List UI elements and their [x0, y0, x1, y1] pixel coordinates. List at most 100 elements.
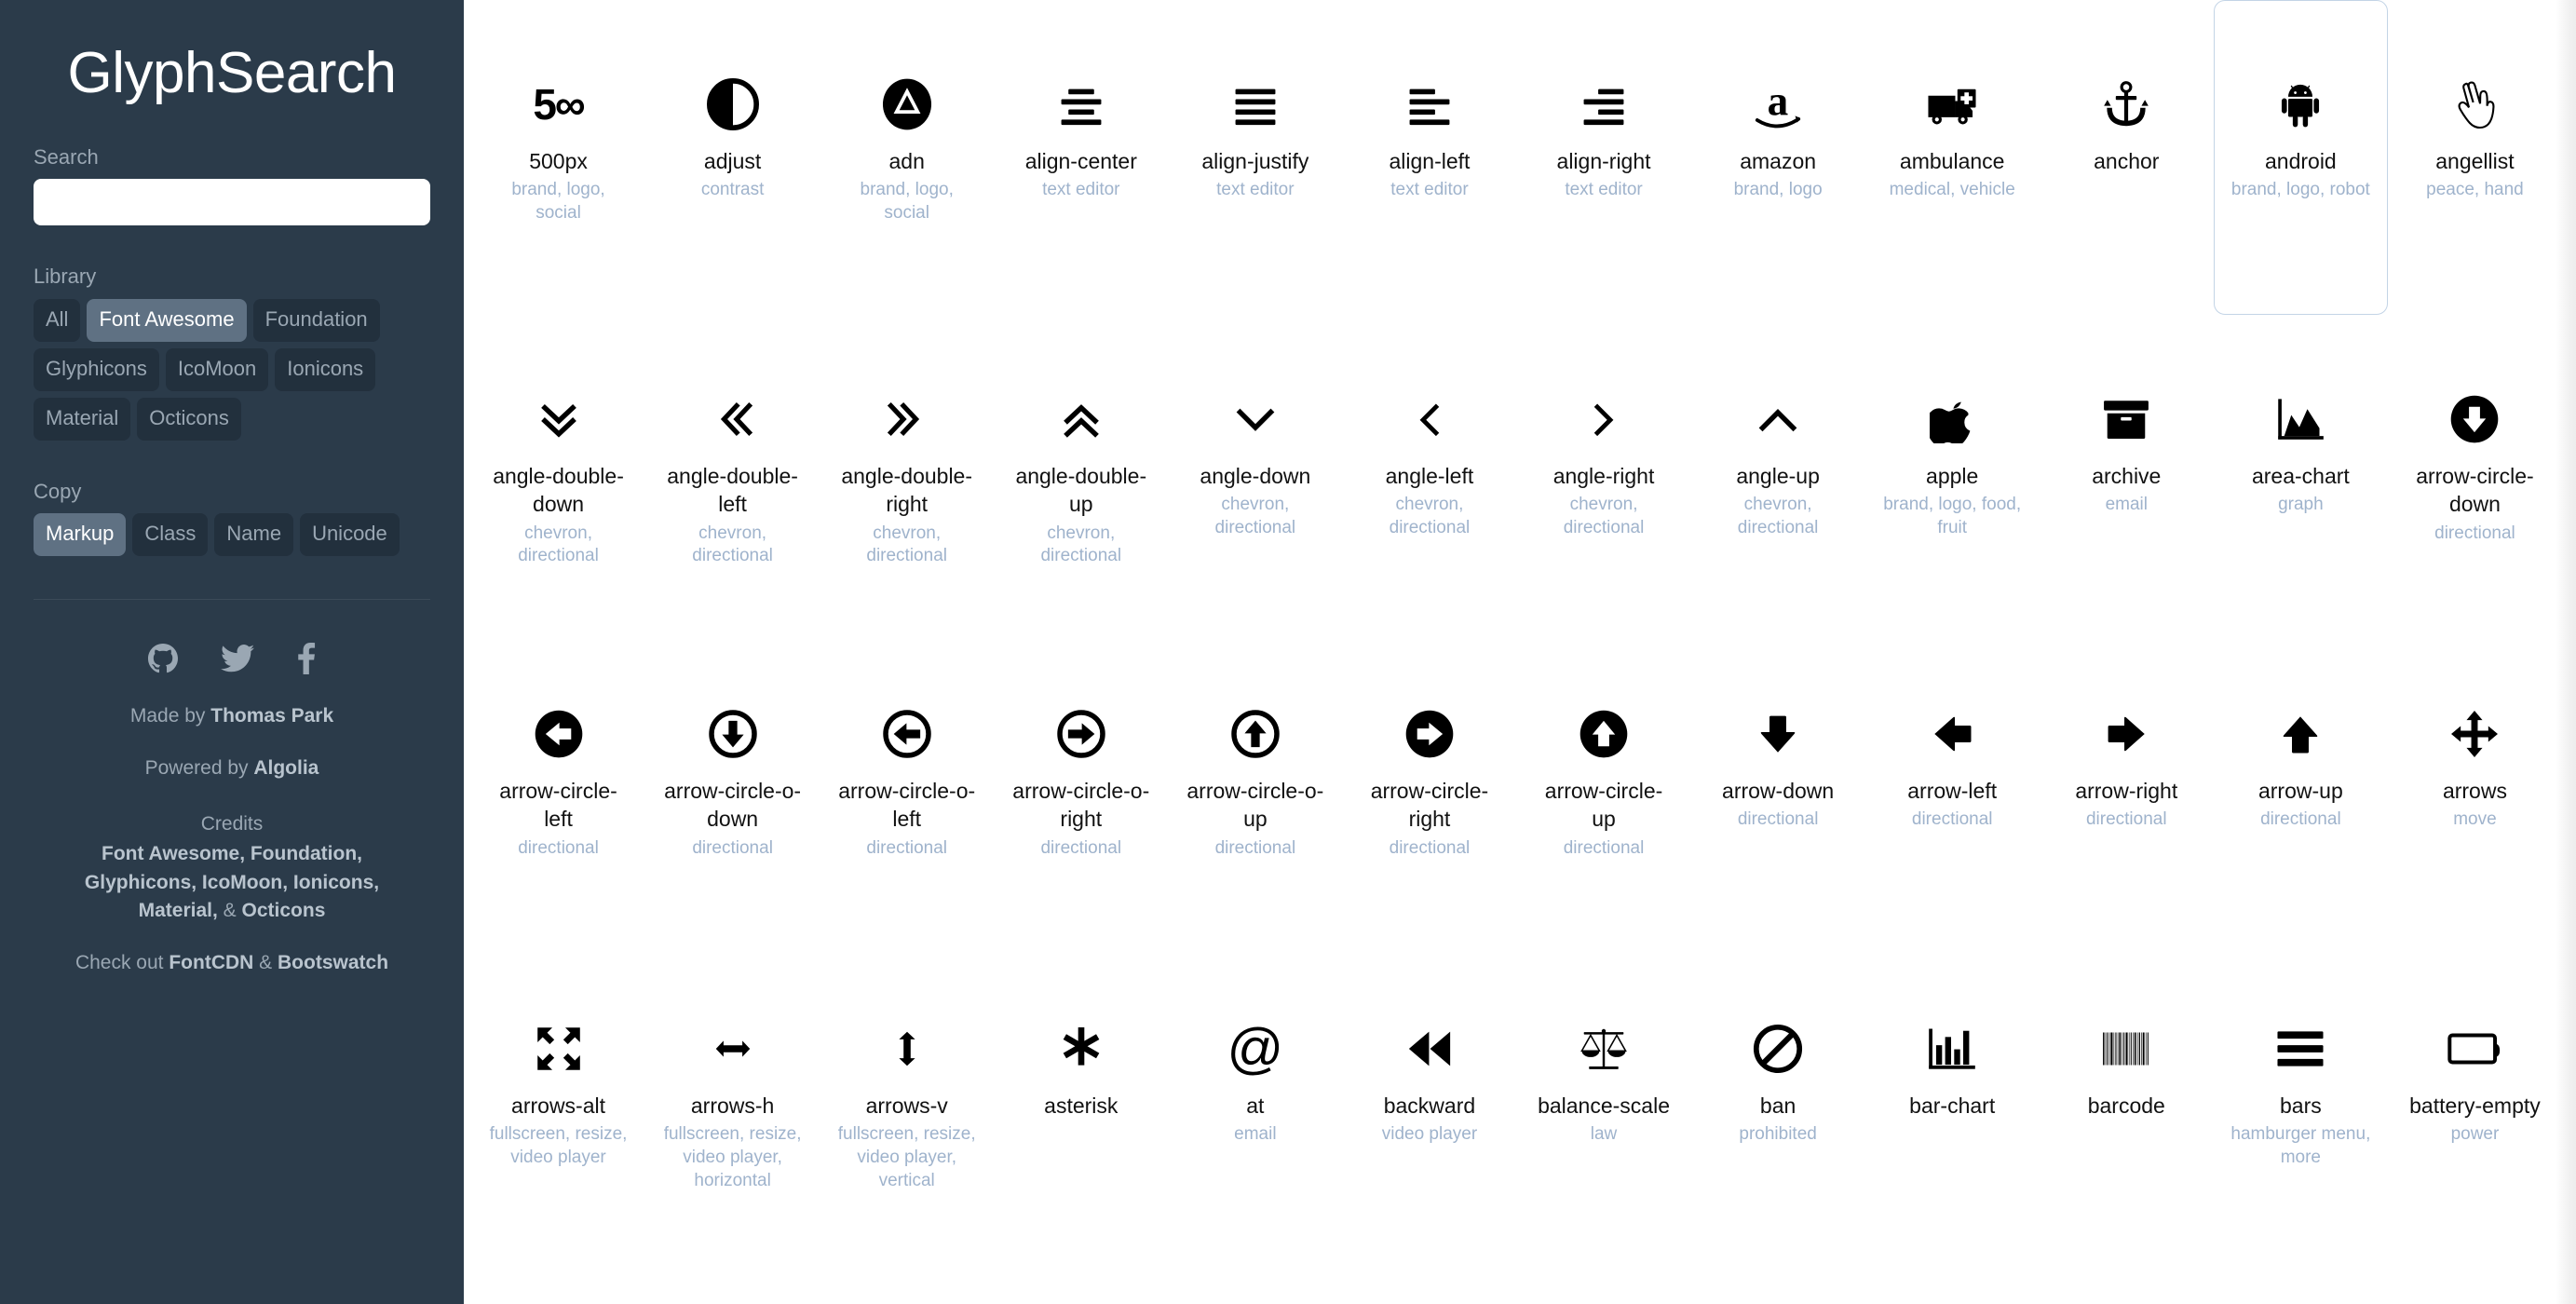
icon-cell-balance-scale[interactable]: balance-scale law — [1516, 944, 1690, 1259]
icon-cell-arrow-circle-right[interactable]: arrow-circle-right directional — [1342, 630, 1516, 944]
arrow-down-icon — [1756, 704, 1799, 764]
icon-cell-arrow-circle-down[interactable]: arrow-circle-down directional — [2388, 315, 2562, 630]
icon-cell-angle-up[interactable]: angle-up chevron, directional — [1691, 315, 1865, 630]
icon-cell-bars[interactable]: bars hamburger menu, more — [2214, 944, 2388, 1259]
icon-cell-area-chart[interactable]: area-chart graph — [2214, 315, 2388, 630]
icon-cell-asterisk[interactable]: asterisk — [994, 944, 1168, 1259]
icon-cell-angle-double-left[interactable]: angle-double-left chevron, directional — [645, 315, 820, 630]
icon-cell-arrow-right[interactable]: arrow-right directional — [2040, 630, 2214, 944]
icon-cell-arrow-left[interactable]: arrow-left directional — [1865, 630, 2040, 944]
icon-cell-arrow-circle-o-down[interactable]: arrow-circle-o-down directional — [645, 630, 820, 944]
library-option-font-awesome[interactable]: Font Awesome — [87, 298, 247, 342]
icon-tags: directional — [866, 837, 947, 858]
icon-cell-amazon[interactable]: a amazon brand, logo — [1691, 0, 1865, 315]
icon-cell-arrow-circle-up[interactable]: arrow-circle-up directional — [1516, 630, 1690, 944]
powered-by-name[interactable]: Algolia — [253, 757, 319, 779]
library-option-glyphicons[interactable]: Glyphicons — [34, 347, 159, 391]
social-links — [34, 643, 430, 675]
icon-cell-angle-double-right[interactable]: angle-double-right chevron, directional — [820, 315, 994, 630]
made-by-name[interactable]: Thomas Park — [210, 705, 333, 727]
icon-cell-arrow-up[interactable]: arrow-up directional — [2214, 630, 2388, 944]
icon-name: arrows-alt — [511, 1093, 606, 1118]
icon-tags: chevron, directional — [692, 523, 773, 566]
credits-label: Credits — [200, 813, 264, 835]
app-root: GlyphSearch Search Library All Font Aweso… — [0, 0, 2576, 1304]
library-option-icomoon[interactable]: IcoMoon — [165, 347, 269, 391]
icon-cell-adjust[interactable]: adjust contrast — [645, 0, 820, 315]
copy-option-markup[interactable]: Markup — [34, 513, 127, 557]
barcode-icon — [2102, 1019, 2150, 1079]
icon-name: android — [2265, 149, 2337, 173]
icon-name: arrow-circle-up — [1544, 779, 1663, 832]
credits-material-link[interactable]: Material, — [139, 900, 218, 921]
credits-line-1-text[interactable]: Font Awesome, Foundation, — [102, 843, 362, 864]
library-option-ionicons[interactable]: Ionicons — [275, 347, 376, 391]
icon-cell-angle-left[interactable]: angle-left chevron, directional — [1342, 315, 1516, 630]
icon-cell-ambulance[interactable]: ambulance medical, vehicle — [1865, 0, 2040, 315]
icon-cell-arrow-circle-o-up[interactable]: arrow-circle-o-up directional — [1168, 630, 1342, 944]
credits-octicons-link[interactable]: Octicons — [242, 900, 326, 921]
icon-cell-adn[interactable]: adn brand, logo, social — [820, 0, 994, 315]
icon-cell-arrows[interactable]: arrows move — [2388, 630, 2562, 944]
icon-cell-angle-double-up[interactable]: angle-double-up chevron, directional — [994, 315, 1168, 630]
icon-cell-arrow-circle-o-right[interactable]: arrow-circle-o-right directional — [994, 630, 1168, 944]
align-left-icon — [1403, 75, 1456, 134]
icon-cell-align-left[interactable]: align-left text editor — [1342, 0, 1516, 315]
library-option-material[interactable]: Material — [34, 397, 131, 441]
github-icon[interactable] — [148, 644, 178, 673]
twitter-icon[interactable] — [221, 644, 254, 673]
icon-cell-arrows-alt[interactable]: arrows-alt fullscreen, resize, video play… — [471, 944, 645, 1259]
icon-tags: brand, logo, social — [511, 180, 605, 224]
icon-cell-anchor[interactable]: anchor — [2040, 0, 2214, 315]
icon-name: bar-chart — [1909, 1093, 1996, 1118]
credits-line-2-text[interactable]: Glyphicons, IcoMoon, Ionicons, — [85, 872, 379, 893]
icon-cell-align-justify[interactable]: align-justify text editor — [1168, 0, 1342, 315]
credits-line-1: Font Awesome, Foundation, — [34, 840, 430, 868]
icon-cell-ban[interactable]: ban prohibited — [1691, 944, 1865, 1259]
icon-cell-battery-empty[interactable]: battery-empty power — [2388, 944, 2562, 1259]
library-option-all[interactable]: All — [34, 298, 81, 342]
icon-cell-arrow-circle-left[interactable]: arrow-circle-left directional — [471, 630, 645, 944]
icon-name: adn — [888, 149, 925, 173]
library-option-foundation[interactable]: Foundation — [252, 298, 380, 342]
icon-cell-backward[interactable]: backward video player — [1342, 944, 1516, 1259]
search-input[interactable] — [34, 179, 430, 226]
icon-name: angle-double-right — [841, 464, 973, 517]
library-section: Library All Font Awesome Foundation Glyphic… — [34, 265, 430, 441]
icon-name: arrows-v — [865, 1093, 948, 1118]
bootswatch-link[interactable]: Bootswatch — [278, 952, 388, 973]
icon-cell-angle-down[interactable]: angle-down chevron, directional — [1168, 315, 1342, 630]
arrow-circle-up-icon — [1579, 704, 1629, 764]
icon-cell-angellist[interactable]: angellist peace, hand — [2388, 0, 2562, 315]
copy-option-unicode[interactable]: Unicode — [300, 513, 400, 557]
icon-cell-android[interactable]: android brand, logo, robot — [2213, 0, 2388, 315]
icon-tags: move — [2453, 809, 2497, 830]
icon-cell-angle-double-down[interactable]: angle-double-down chevron, directional — [471, 315, 645, 630]
icon-name: arrow-circle-o-up — [1186, 779, 1324, 832]
copy-option-class[interactable]: Class — [132, 513, 209, 557]
icon-name: at — [1246, 1093, 1265, 1118]
icon-cell-archive[interactable]: archive email — [2040, 315, 2214, 630]
icon-name: angellist — [2435, 149, 2515, 173]
fontcdn-link[interactable]: FontCDN — [169, 952, 253, 973]
library-option-octicons[interactable]: Octicons — [137, 397, 241, 441]
icon-cell-bar-chart[interactable]: bar-chart — [1865, 944, 2040, 1259]
icon-cell-arrow-down[interactable]: arrow-down directional — [1691, 630, 1865, 944]
copy-option-name[interactable]: Name — [214, 513, 294, 557]
icon-cell-angle-right[interactable]: angle-right chevron, directional — [1516, 315, 1690, 630]
facebook-icon[interactable] — [297, 643, 316, 675]
icon-cell-500px[interactable]: 5∞ 500px brand, logo, social — [471, 0, 645, 315]
500px-icon: 5∞ — [533, 80, 585, 129]
icon-cell-arrow-circle-o-left[interactable]: arrow-circle-o-left directional — [820, 630, 994, 944]
icon-cell-align-right[interactable]: align-right text editor — [1516, 0, 1690, 315]
ambulance-icon — [1925, 75, 1979, 134]
icon-cell-apple[interactable]: apple brand, logo, food, fruit — [1865, 315, 2040, 630]
icon-cell-arrows-h[interactable]: arrows-h fullscreen, resize, video player… — [645, 944, 820, 1259]
icon-tags: law — [1590, 1124, 1618, 1145]
credits-line-2: Glyphicons, IcoMoon, Ionicons, — [34, 869, 430, 897]
icon-tags: brand, logo, social — [860, 180, 954, 224]
icon-cell-at[interactable]: @ at email — [1168, 944, 1342, 1259]
icon-cell-arrows-v[interactable]: arrows-v fullscreen, resize, video player… — [820, 944, 994, 1259]
icon-cell-align-center[interactable]: align-center text editor — [994, 0, 1168, 315]
icon-cell-barcode[interactable]: barcode — [2040, 944, 2214, 1259]
